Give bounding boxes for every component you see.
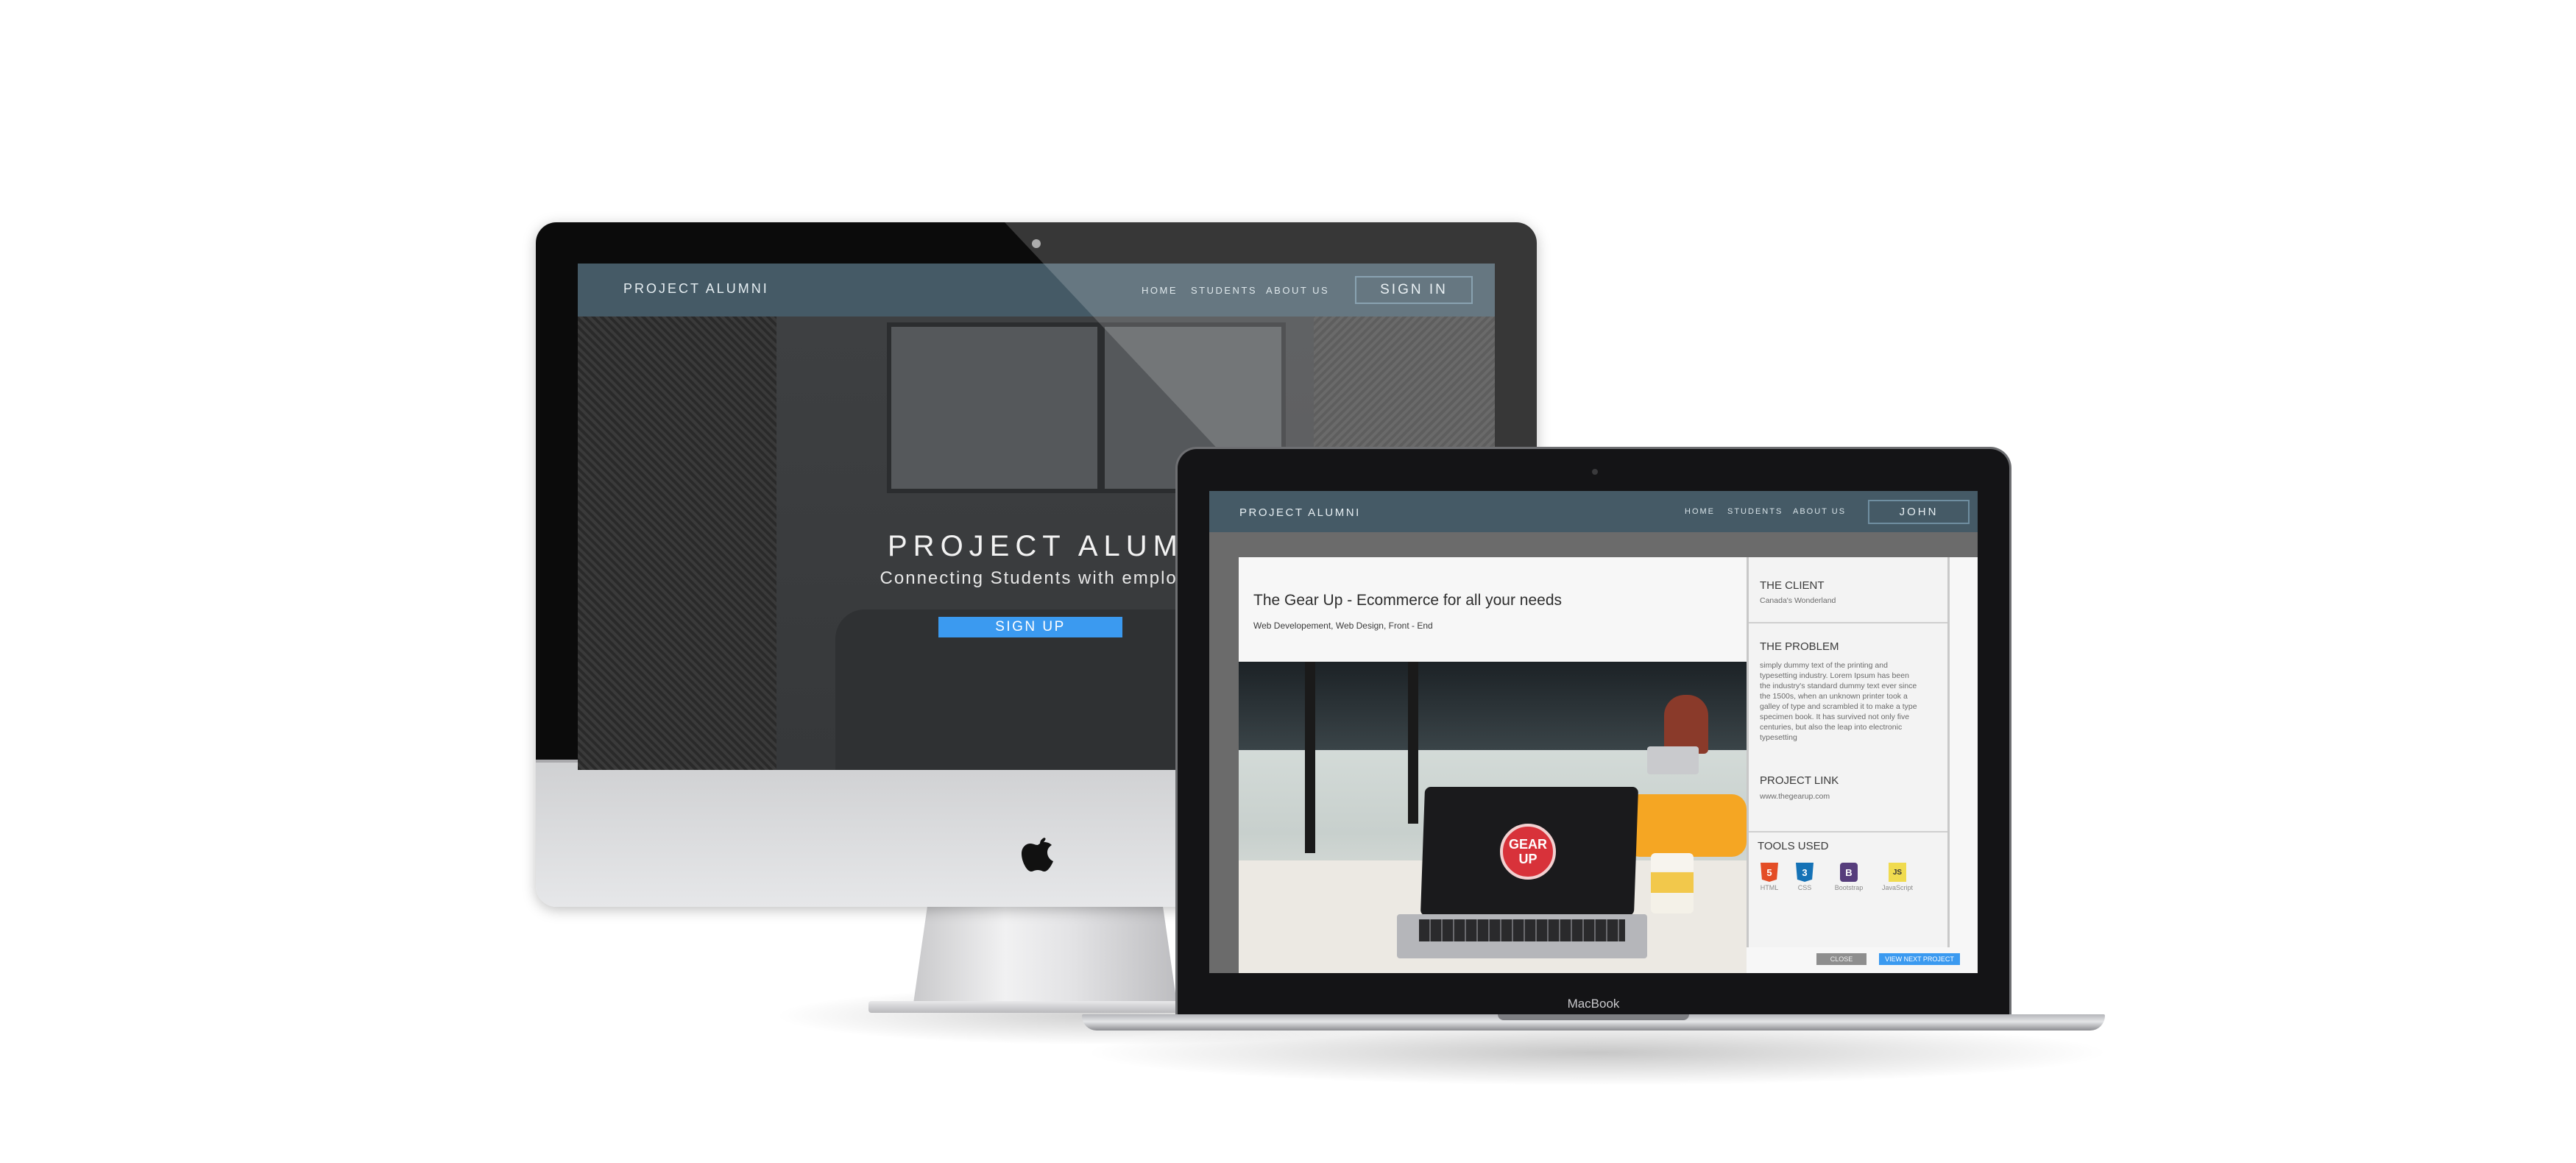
background-window <box>887 322 1102 493</box>
photo-window-frame <box>1408 662 1418 824</box>
view-next-project-button[interactable]: VIEW NEXT PROJECT <box>1879 953 1960 965</box>
tool-bootstrap: B Bootstrap <box>1827 863 1871 891</box>
project-link-heading: PROJECT LINK <box>1760 774 1839 787</box>
brand-logo[interactable]: PROJECT ALUMNI <box>1239 506 1361 519</box>
project-modal: The Gear Up - Ecommerce for all your nee… <box>1239 557 1978 973</box>
divider <box>1749 622 1947 623</box>
tools-heading: TOOLS USED <box>1758 840 1829 852</box>
client-value: Canada's Wonderland <box>1760 596 1836 605</box>
imac-stand <box>913 898 1178 1008</box>
photo-mug-band <box>1651 872 1694 893</box>
tool-javascript: JS JavaScript <box>1875 863 1919 891</box>
close-button[interactable]: CLOSE <box>1816 953 1866 965</box>
imac-foot <box>868 1001 1222 1013</box>
divider <box>1749 831 1947 833</box>
problem-text: simply dummy text of the printing and ty… <box>1760 661 1917 742</box>
javascript-icon: JS <box>1889 863 1906 882</box>
tool-label: JavaScript <box>1881 884 1914 891</box>
nav-about-us[interactable]: ABOUT US <box>1793 507 1846 516</box>
css3-icon: 3 <box>1796 863 1814 882</box>
project-photo: GEAR UP <box>1239 662 1747 973</box>
apple-logo-icon <box>1022 838 1053 872</box>
sign-up-button[interactable]: SIGN UP <box>938 617 1122 637</box>
photo-person <box>1664 695 1708 754</box>
bootstrap-icon: B <box>1840 863 1858 882</box>
nav-home[interactable]: HOME <box>1685 507 1715 516</box>
client-heading: THE CLIENT <box>1760 579 1825 592</box>
tool-label: CSS <box>1797 884 1812 891</box>
gear-up-logo: GEAR UP <box>1500 824 1556 880</box>
nav-students[interactable]: STUDENTS <box>1727 507 1783 516</box>
macbook-notch <box>1498 1014 1689 1020</box>
photo-pillow <box>1625 794 1747 857</box>
background-chair <box>578 317 776 770</box>
tool-label: Bootstrap <box>1834 884 1864 891</box>
project-link[interactable]: www.thegearup.com <box>1760 791 1830 802</box>
photo-laptop-keyboard <box>1419 919 1625 941</box>
photo-person-laptop <box>1647 746 1699 774</box>
macbook-camera <box>1592 469 1598 475</box>
macbook-label: MacBook <box>1567 997 1620 1011</box>
macbook-screen: PROJECT ALUMNI HOME STUDENTS ABOUT US JO… <box>1209 491 1978 973</box>
project-details-panel: THE CLIENT Canada's Wonderland THE PROBL… <box>1747 557 1950 947</box>
html5-icon: 5 <box>1761 863 1778 882</box>
user-menu-button[interactable]: JOHN <box>1868 500 1970 524</box>
photo-window-frame <box>1305 662 1315 853</box>
project-title: The Gear Up - Ecommerce for all your nee… <box>1253 592 1562 609</box>
tool-css: 3 CSS <box>1783 863 1827 891</box>
project-tags: Web Developement, Web Design, Front - En… <box>1253 621 1433 631</box>
navbar: PROJECT ALUMNI HOME STUDENTS ABOUT US JO… <box>1209 491 1978 532</box>
problem-heading: THE PROBLEM <box>1760 640 1839 653</box>
brand-logo[interactable]: PROJECT ALUMNI <box>623 281 769 297</box>
